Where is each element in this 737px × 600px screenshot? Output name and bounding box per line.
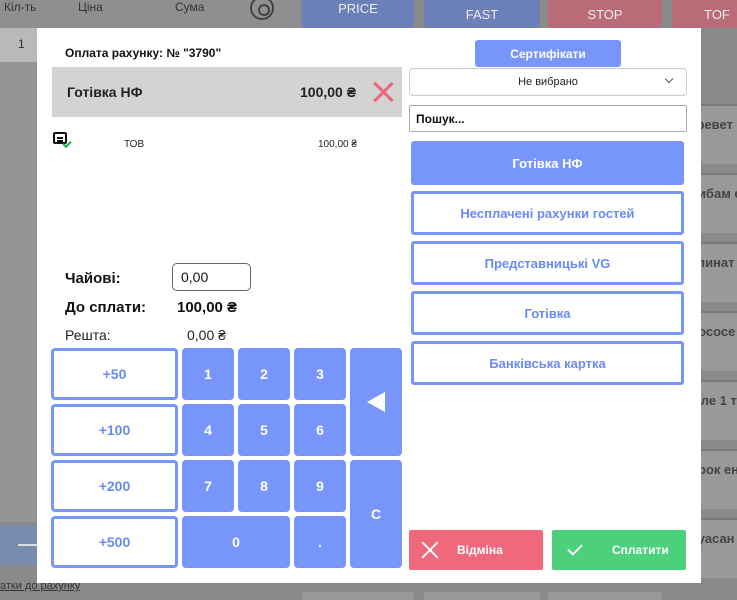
line-name: ТОВ (124, 139, 145, 150)
bg-tof-label: TOF (704, 6, 730, 22)
bg-fast-label: FAST (465, 6, 499, 22)
key-3[interactable]: 3 (294, 348, 346, 400)
bg-row-qty: 1 (18, 37, 25, 51)
quick-100-button[interactable]: +100 (51, 404, 178, 456)
line-amount: 100,00 ₴ (318, 139, 357, 150)
change-value: 0,00 ₴ (187, 327, 226, 343)
method-bank-card[interactable]: Банківська картка (411, 341, 684, 385)
key-dot[interactable]: . (294, 516, 346, 568)
key-0[interactable]: 0 (182, 516, 290, 568)
check-icon (567, 540, 583, 556)
bg-bottom-button (302, 592, 414, 600)
payment-type-select[interactable]: Не вибрано (409, 68, 687, 96)
key-5[interactable]: 5 (238, 404, 290, 456)
method-unpaid-guest-bills[interactable]: Несплачені рахунки гостей (411, 191, 684, 235)
cancel-button[interactable]: Відміна (409, 530, 543, 570)
chevron-down-icon (664, 74, 674, 84)
bg-table-header: Кіл-ть Ціна Сума (0, 0, 300, 28)
pay-button[interactable]: Сплатити (552, 530, 686, 570)
bg-fast-button: FAST (424, 0, 540, 28)
quick-500-button[interactable]: +500 (51, 516, 178, 568)
selected-payment-row[interactable]: Готівка НФ 100,00 ₴ (52, 67, 402, 117)
method-cash-nf[interactable]: Готівка НФ (411, 141, 684, 185)
tips-label: Чайові: (65, 270, 121, 287)
close-icon (421, 541, 439, 559)
method-cash[interactable]: Готівка (411, 291, 684, 335)
method-representative-vg[interactable]: Представницькі VG (411, 241, 684, 285)
backspace-button[interactable] (350, 348, 402, 456)
fiscal-printer-icon (51, 132, 73, 152)
change-label: Решта: (65, 327, 111, 343)
gear-icon[interactable] (250, 0, 274, 20)
key-7[interactable]: 7 (182, 460, 234, 512)
bg-col-qty: Кіл-ть (4, 0, 37, 14)
bg-price-label: PRICE (338, 0, 378, 16)
key-2[interactable]: 2 (238, 348, 290, 400)
payment-modal: Оплата рахунку: № "3790" Готівка НФ 100,… (37, 28, 701, 583)
key-1[interactable]: 1 (182, 348, 234, 400)
search-input[interactable] (409, 105, 687, 132)
payment-title: Оплата рахунку: № "3790" (65, 46, 222, 60)
key-9[interactable]: 9 (294, 460, 346, 512)
bg-price-button: PRICE (302, 0, 414, 28)
bg-stop-button: STOP (548, 0, 662, 28)
selected-payment-name: Готівка НФ (67, 84, 143, 100)
bg-bottom-button (548, 592, 662, 600)
clear-button[interactable]: C (350, 460, 402, 568)
certificates-button[interactable]: Сертифікати (475, 40, 621, 67)
bg-col-sum: Сума (175, 0, 205, 14)
selected-payment-amount: 100,00 ₴ (300, 84, 357, 100)
due-value: 100,00 ₴ (177, 299, 238, 316)
pay-label: Сплатити (612, 543, 669, 557)
bg-stop-label: STOP (587, 6, 623, 22)
key-6[interactable]: 6 (294, 404, 346, 456)
backspace-icon (367, 392, 385, 412)
bg-bottom-button (424, 592, 540, 600)
quick-200-button[interactable]: +200 (51, 460, 178, 512)
cancel-label: Відміна (457, 543, 503, 557)
remove-payment-icon[interactable] (372, 81, 394, 103)
key-8[interactable]: 8 (238, 460, 290, 512)
key-4[interactable]: 4 (182, 404, 234, 456)
due-label: До сплати: (65, 299, 147, 316)
quick-50-button[interactable]: +50 (51, 348, 178, 400)
bg-col-price: Ціна (78, 0, 103, 14)
bg-minus-button (0, 525, 40, 565)
tips-input[interactable] (172, 263, 251, 291)
bg-tof-button: TOF (672, 0, 737, 28)
payment-type-value: Не вибрано (518, 76, 578, 88)
